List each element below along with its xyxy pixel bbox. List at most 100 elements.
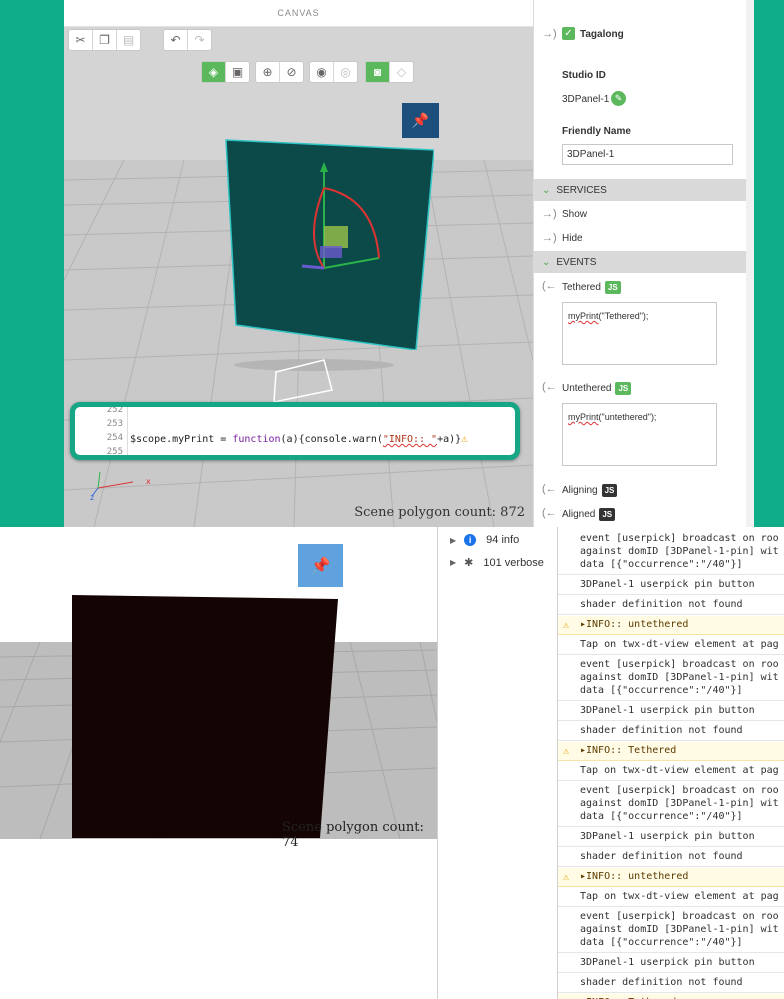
console-message-text: event [userpick] broadcast on roo agains… (580, 533, 779, 570)
console-warning-row[interactable]: ⚠▸INFO:: Tethered (558, 994, 784, 999)
visibility-toolbar: ◉ ◎ (309, 61, 358, 83)
code-text: +a)} (437, 434, 462, 445)
pin-icon[interactable]: 📌 (402, 103, 439, 138)
console-message-text: ▸INFO:: Tethered (580, 745, 677, 756)
events-section-header[interactable]: ⌄ EVENTS (534, 251, 746, 273)
3d-panel-widget[interactable] (224, 138, 434, 350)
chevron-down-icon: ⌄ (542, 256, 551, 268)
zoom-extents-icon[interactable]: ⊕ (256, 62, 280, 82)
console-message-text: Tap on twx-dt-view element at pag (580, 639, 779, 650)
console-row: event [userpick] broadcast on roo agains… (558, 782, 784, 827)
svg-text:x: x (146, 477, 151, 486)
console-message-text: 3DPanel-1 userpick pin button (580, 705, 755, 716)
filter-info[interactable]: ▶ i 94 info (450, 534, 519, 546)
chevron-down-icon: ⌄ (542, 184, 551, 196)
paste-icon[interactable]: ▤ (117, 30, 140, 50)
code-editor[interactable]: 252 253 254 255 $scope.myPrint = functio… (70, 402, 520, 460)
binding-arrow-icon[interactable]: →) (542, 208, 557, 220)
hide-icon[interactable]: ◉ (310, 62, 334, 82)
event-arrow-icon[interactable]: (← (542, 507, 557, 519)
zoom-selected-icon[interactable]: ⊘ (280, 62, 303, 82)
event-arrow-icon[interactable]: (← (542, 483, 557, 495)
warning-icon[interactable]: ⚠ (461, 432, 468, 445)
3d-panel-preview[interactable] (70, 593, 338, 838)
show-icon[interactable]: ◎ (334, 62, 357, 82)
3d-view-icon[interactable]: ◈ (202, 62, 226, 82)
code-args: ("Tethered"); (598, 311, 649, 321)
console-row: event [userpick] broadcast on roo agains… (558, 908, 784, 953)
filter-verbose[interactable]: ▶ ✱ 101 verbose (450, 556, 544, 570)
code-line-254[interactable]: $scope.myPrint = function(a){console.war… (130, 432, 468, 445)
view-toolbar-1: ◈ ▣ (201, 61, 250, 83)
copy-icon[interactable]: ❐ (93, 30, 117, 50)
filter-verbose-label: 101 verbose (483, 556, 544, 569)
bug-icon: ✱ (464, 557, 474, 569)
console-message-text: ▸INFO:: untethered (580, 619, 689, 630)
console-warning-row[interactable]: ⚠ ▸INFO:: untethered (558, 868, 784, 887)
line-number: 254 (106, 433, 123, 443)
js-badge[interactable]: JS (604, 281, 621, 294)
binding-arrow-icon[interactable]: →) (542, 28, 557, 40)
polygon-count: Scene polygon count: 74 (282, 820, 424, 850)
code-keyword: function (232, 434, 281, 445)
focus-icon[interactable]: ◙ (366, 62, 390, 82)
undo-icon[interactable]: ↶ (164, 30, 188, 50)
focus-toolbar: ◙ ◇ (365, 61, 414, 83)
console-message-text: shader definition not found (580, 725, 743, 736)
friendly-name-label: Friendly Name (562, 126, 631, 137)
code-text: (a){console.warn( (280, 434, 383, 445)
line-number: 252 (106, 405, 123, 415)
studio-id-value: 3DPanel-1 (562, 94, 610, 105)
console-row: 3DPanel-1 userpick pin button (558, 954, 784, 973)
warning-icon: ⚠ (563, 620, 570, 631)
event-arrow-icon[interactable]: (← (542, 280, 557, 292)
redo-icon[interactable]: ↷ (188, 30, 211, 50)
event-aligned[interactable]: Aligned JS (562, 508, 616, 521)
line-number: 255 (106, 447, 123, 457)
services-section-header[interactable]: ⌄ SERVICES (534, 179, 746, 201)
event-untethered[interactable]: Untethered JS (562, 382, 632, 395)
console-messages: event [userpick] broadcast on roo agains… (557, 527, 784, 999)
properties-scrollbar[interactable] (746, 0, 754, 527)
console-warning-row[interactable]: ⚠ ▸INFO:: Tethered (558, 742, 784, 761)
edit-pencil-icon[interactable]: ✎ (611, 91, 626, 106)
canvas-title: CANVAS (277, 8, 320, 18)
console-row: 3DPanel-1 userpick pin button (558, 576, 784, 595)
console-warning-row[interactable]: ⚠ ▸INFO:: untethered (558, 616, 784, 635)
event-arrow-icon[interactable]: (← (542, 381, 557, 393)
console-message-text: event [userpick] broadcast on roo agains… (580, 659, 779, 696)
console-message-text: shader definition not found (580, 977, 743, 988)
console-row: Tap on twx-dt-view element at pag (558, 762, 784, 781)
js-badge[interactable]: JS (599, 508, 616, 521)
console-row: 3DPanel-1 userpick pin button (558, 828, 784, 847)
console-message-text: 3DPanel-1 userpick pin button (580, 831, 755, 842)
event-aligned-label: Aligned (562, 509, 596, 520)
service-hide[interactable]: Hide (562, 233, 583, 244)
canvas-view[interactable]: CANVAS ✂ ❐ ▤ ↶ ↷ ◈ ▣ ⊕ ⊘ ◉ ◎ ◙ ◇ 📌 252 2… (64, 0, 533, 527)
console-row: shader definition not found (558, 974, 784, 993)
friendly-name-input[interactable] (562, 144, 733, 165)
tethered-code-input[interactable]: myPrint("Tethered"); (562, 302, 717, 365)
console-row: event [userpick] broadcast on roo agains… (558, 530, 784, 575)
console-row: shader definition not found (558, 848, 784, 867)
2d-view-icon[interactable]: ▣ (226, 62, 249, 82)
js-badge[interactable]: JS (615, 382, 632, 395)
canvas-header: CANVAS (64, 0, 533, 27)
history-toolbar: ↶ ↷ (163, 29, 212, 51)
code-string: "INFO:: " (382, 434, 438, 445)
event-aligning-label: Aligning (562, 485, 598, 496)
preview-view[interactable]: 📌 Scene polygon count: 74 (0, 527, 437, 999)
event-aligning[interactable]: Aligning JS (562, 484, 618, 497)
untethered-code-input[interactable]: myPrint("untethered"); (562, 403, 717, 466)
event-tethered[interactable]: Tethered JS (562, 281, 621, 294)
console-row: shader definition not found (558, 722, 784, 741)
warning-icon: ⚠ (563, 746, 570, 757)
service-show[interactable]: Show (562, 209, 587, 220)
layers-icon[interactable]: ◇ (390, 62, 413, 82)
binding-arrow-icon[interactable]: →) (542, 232, 557, 244)
event-tethered-label: Tethered (562, 282, 601, 293)
cut-icon[interactable]: ✂ (69, 30, 93, 50)
js-badge[interactable]: JS (601, 484, 618, 497)
tagalong-checkbox[interactable]: ✓ (562, 27, 575, 40)
pin-icon[interactable]: 📌 (298, 544, 343, 587)
